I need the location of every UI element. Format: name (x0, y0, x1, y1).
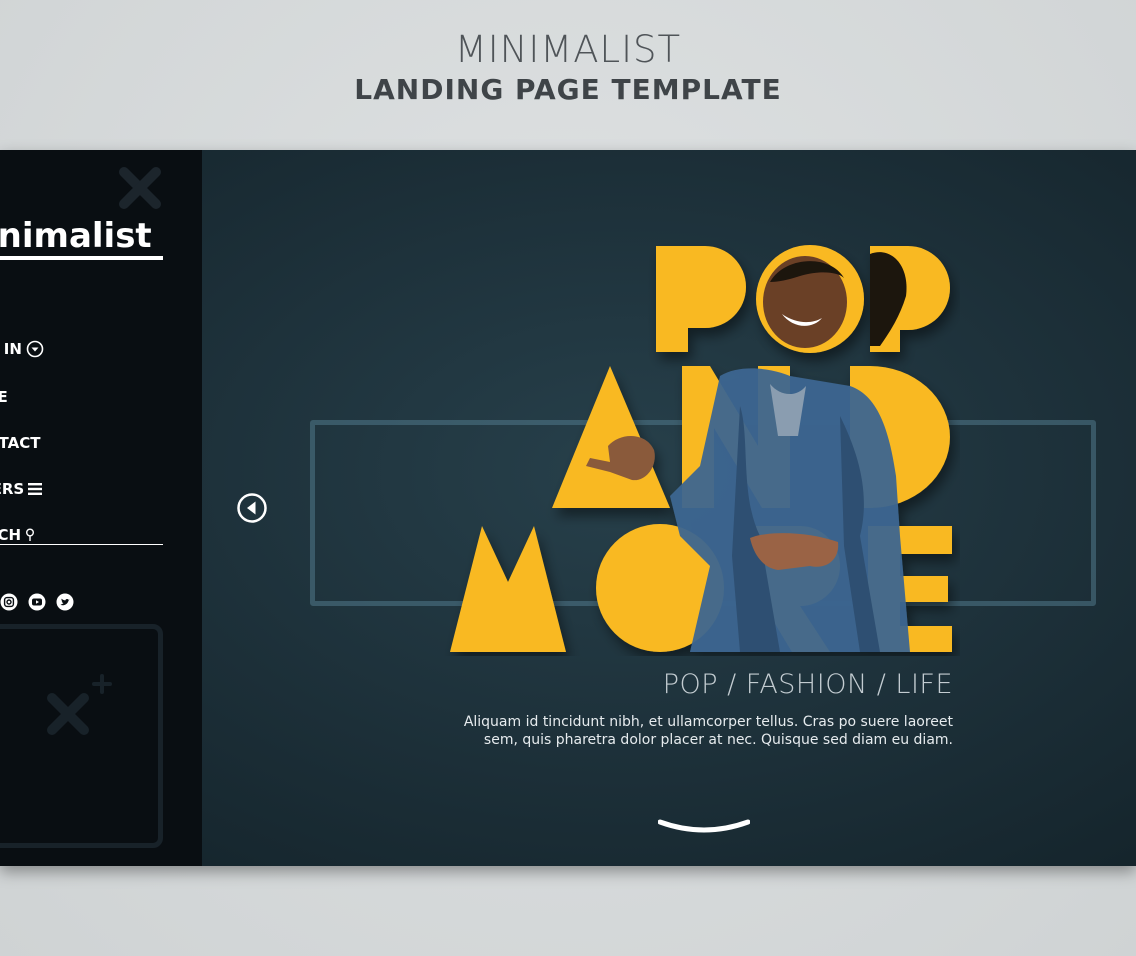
youtube-icon[interactable] (28, 593, 46, 611)
social-links (0, 593, 74, 611)
hero-body-text: Aliquam id tincidunt nibh, et ullamcorpe… (463, 714, 953, 748)
placeholder-x-icon (47, 674, 112, 735)
nav-item-others[interactable]: IERS (0, 480, 43, 498)
search-field[interactable]: RCH (0, 526, 35, 544)
nav-item-sign-in[interactable]: N IN (0, 340, 44, 358)
page-title: MINIMALIST (454, 28, 682, 71)
twitter-icon[interactable] (56, 593, 74, 611)
nav-item-label: NTACT (0, 434, 41, 452)
search-pin-icon (26, 528, 35, 541)
instagram-icon[interactable] (0, 593, 18, 611)
logo-underline (0, 256, 163, 260)
page-subtitle: LANDING PAGE TEMPLATE (354, 73, 782, 106)
hero-headline-art (450, 245, 952, 652)
logo[interactable]: inimalist (0, 216, 152, 256)
page-heading: MINIMALIST LANDING PAGE TEMPLATE (0, 28, 1136, 108)
scroll-down-icon[interactable] (658, 818, 750, 836)
close-icon[interactable] (118, 166, 162, 210)
sidebar: inimalist N IN RE NTACT IERS RCH (0, 150, 202, 866)
hamburger-icon (28, 483, 43, 495)
nav-item-label: IERS (0, 480, 25, 498)
previous-slide-icon[interactable] (236, 492, 268, 524)
nav-item-store[interactable]: RE (0, 388, 8, 406)
landing-page-mockup: inimalist N IN RE NTACT IERS RCH (0, 150, 1136, 866)
hero-subtitle: POP / FASHION / LIFE (662, 669, 953, 700)
search-label: RCH (0, 526, 22, 544)
nav-item-label: N IN (0, 340, 22, 358)
search-underline (0, 544, 163, 545)
circle-chevron-down-icon (26, 340, 44, 358)
nav-item-label: RE (0, 388, 8, 406)
nav-item-contact[interactable]: NTACT (0, 434, 40, 452)
